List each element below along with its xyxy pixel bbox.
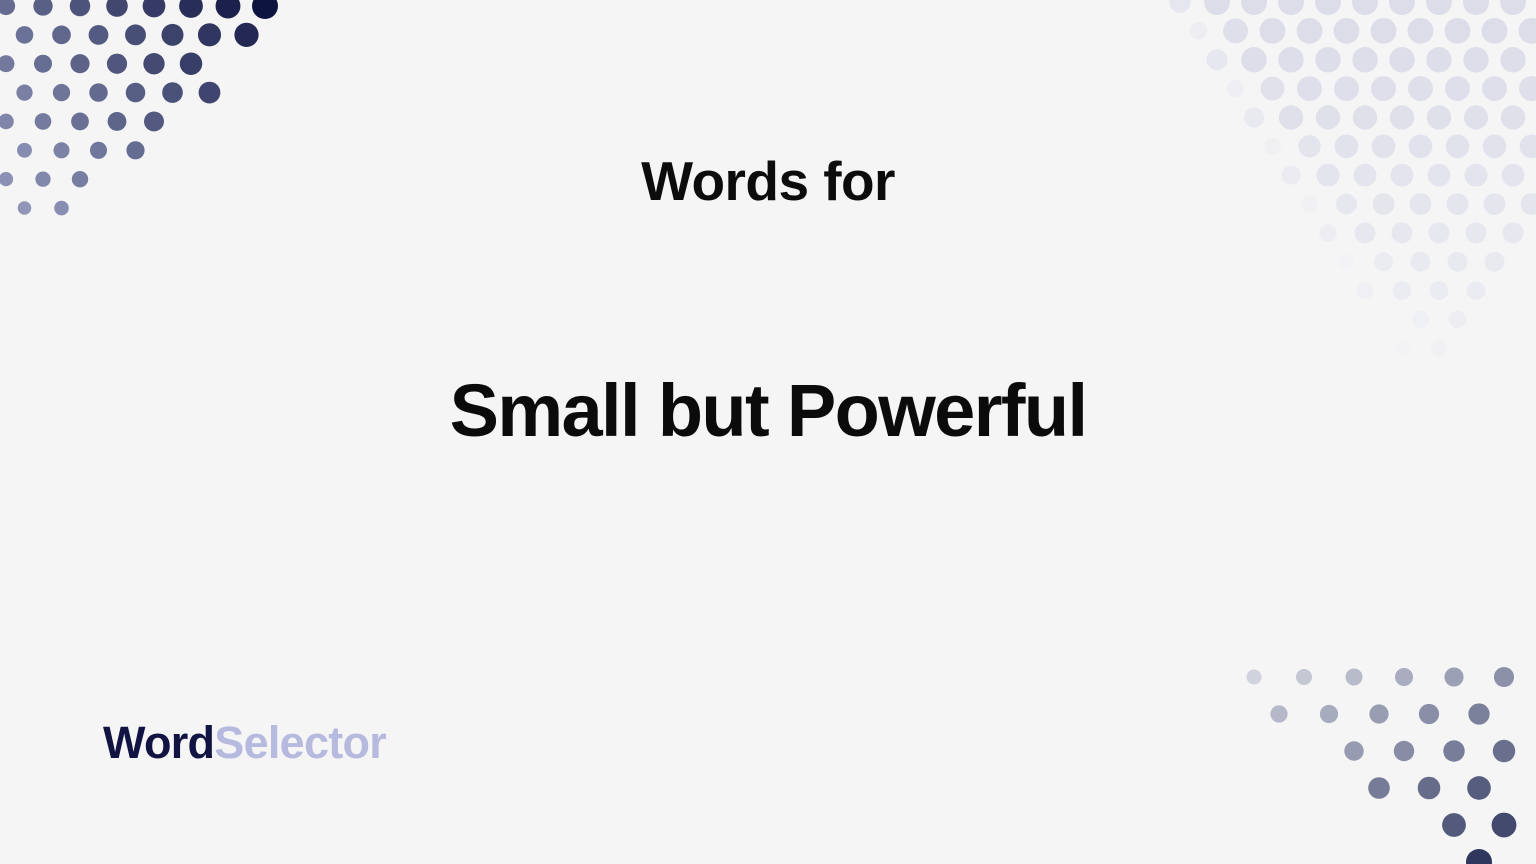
dot-grid-bottom-right [1086,659,1536,864]
page-title: Small but Powerful [449,369,1088,453]
brand-logo-selector: Selector [214,717,387,768]
page-eyebrow: Words for [641,150,895,212]
brand-logo[interactable]: WordSelector [103,717,387,768]
hero-text-block: Words for Small but Powerful [0,0,1536,664]
slide-canvas: Words for Small but Powerful WordSelecto… [0,0,1536,864]
brand-logo-word: Word [103,717,215,768]
